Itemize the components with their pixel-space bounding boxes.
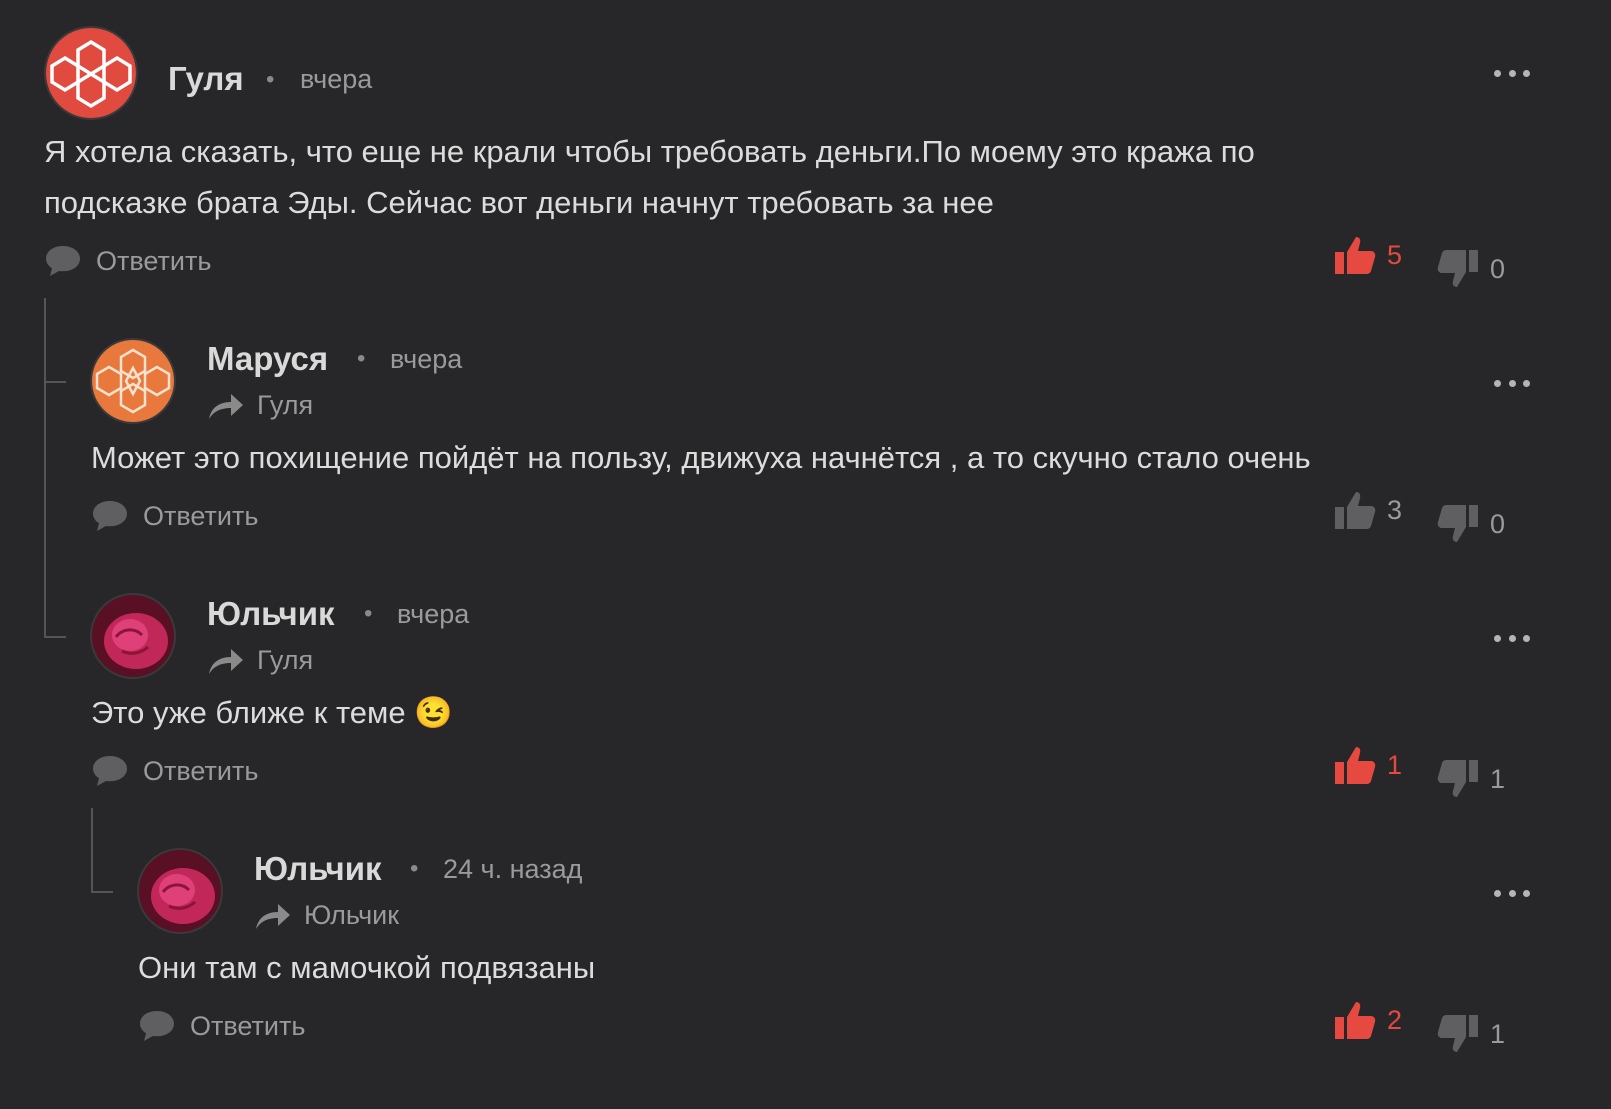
comment-text: Они там с мамочкой подвязаны [138,942,595,993]
arrow-right-icon [256,903,290,929]
thumbs-down-icon [1437,505,1478,542]
more-options-button[interactable] [1494,67,1530,79]
like-count: 5 [1387,239,1403,270]
dislike-count: 1 [1490,763,1506,794]
reply-to-name: Гуля [257,390,314,420]
like-button[interactable]: 2 [1333,999,1402,1041]
thread-line [44,636,66,638]
thumbs-up-icon [1335,492,1376,529]
thumbs-down-icon [1437,1015,1478,1052]
separator-dot: • [266,66,275,93]
dislike-count: 0 [1490,508,1506,539]
thumbs-down-icon [1437,250,1478,287]
reply-to[interactable]: Гуля [207,645,313,676]
thumbs-down-icon [1437,760,1478,797]
thumbs-up-icon [1335,747,1376,784]
speech-bubble-icon [93,756,127,786]
dislike-count: 0 [1490,253,1506,284]
avatar[interactable] [92,340,174,422]
reply-to[interactable]: Юльчик [254,900,399,931]
dislike-count: 1 [1490,1018,1506,1049]
comment-text-line: Это уже ближе к теме 😉 [91,695,453,730]
comment-time: вчера [397,599,470,629]
comment-text: Может это похищение пойдёт на пользу, дв… [91,432,1311,483]
reply-label: Ответить [143,755,259,786]
reply-label: Ответить [143,500,259,531]
comment-text: Я хотела сказать, что еще не крали чтобы… [44,126,1255,228]
comment-time: вчера [300,64,373,94]
dislike-button[interactable]: 1 [1436,758,1505,800]
more-options-button[interactable] [1494,377,1530,389]
author-name[interactable]: Гуля [168,60,244,98]
arrow-right-icon [209,393,243,419]
thread-line [91,808,93,893]
dislike-button[interactable]: 1 [1436,1013,1505,1055]
reply-button[interactable]: Ответить [138,1009,305,1043]
like-count: 1 [1387,749,1403,780]
thread-line [44,381,66,383]
avatar[interactable] [92,595,174,677]
more-options-button[interactable] [1494,887,1530,899]
comment-time: вчера [390,344,463,374]
author-name[interactable]: Юльчик [207,595,335,633]
speech-bubble-icon [46,246,80,276]
thumbs-up-icon [1335,237,1376,274]
reply-to-name: Юльчик [304,900,400,930]
separator-dot: • [410,855,419,882]
like-count: 3 [1387,494,1403,525]
dislike-button[interactable]: 0 [1436,248,1505,290]
speech-bubble-icon [140,1011,174,1041]
thread-line [91,891,113,893]
reply-button[interactable]: Ответить [91,499,258,533]
more-options-button[interactable] [1494,632,1530,644]
like-button[interactable]: 5 [1333,234,1402,276]
reply-button[interactable]: Ответить [44,244,211,278]
like-count: 2 [1387,1004,1403,1035]
speech-bubble-icon [93,501,127,531]
separator-dot: • [357,345,366,372]
reply-label: Ответить [190,1010,306,1041]
thumbs-up-icon [1335,1002,1376,1039]
author-name[interactable]: Маруся [207,340,328,378]
dislike-button[interactable]: 0 [1436,503,1505,545]
like-button[interactable]: 3 [1333,489,1402,531]
reply-label: Ответить [96,245,212,276]
comment-text-line: Они там с мамочкой подвязаны [138,950,596,985]
reply-to-name: Гуля [257,645,314,675]
reply-button[interactable]: Ответить [91,754,258,788]
comment-text-line: Может это похищение пойдёт на пользу, дв… [91,440,1311,475]
author-name[interactable]: Юльчик [254,850,382,888]
like-button[interactable]: 1 [1333,744,1402,786]
comment-text-line: Я хотела сказать, что еще не крали чтобы… [44,134,1255,169]
reply-to[interactable]: Гуля [207,390,313,421]
comment-text: Это уже ближе к теме 😉 [91,687,453,738]
avatar[interactable] [46,28,136,118]
thread-line [44,298,46,638]
comment-text-line: подсказке брата Эды. Сейчас вот деньги н… [44,185,994,220]
comment-time: 24 ч. назад [443,854,583,884]
avatar[interactable] [139,850,221,932]
arrow-right-icon [209,648,243,674]
separator-dot: • [364,600,373,627]
